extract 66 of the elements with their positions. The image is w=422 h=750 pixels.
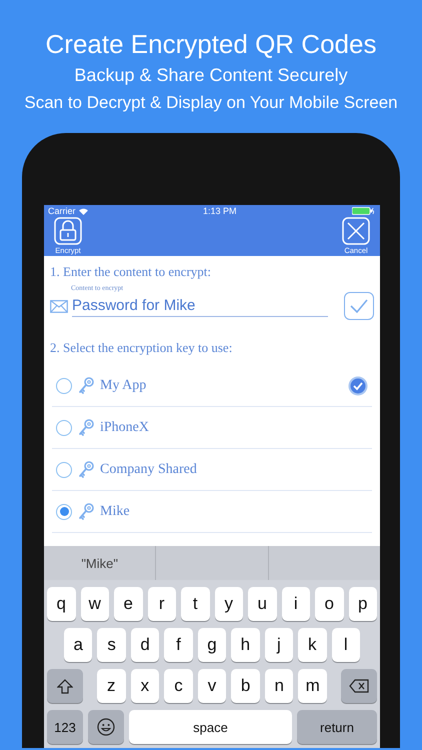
letter-key[interactable]: l (332, 628, 360, 662)
radio-button[interactable] (56, 378, 72, 394)
key-icon (78, 376, 94, 394)
letter-key[interactable]: x (130, 669, 160, 703)
key-row[interactable]: My App (52, 365, 372, 407)
letter-key[interactable]: f (164, 628, 193, 662)
letter-key[interactable]: i (282, 587, 310, 621)
smiley-icon (97, 718, 115, 736)
letter-key[interactable]: e (114, 587, 142, 621)
letter-key[interactable]: u (248, 587, 276, 621)
letter-key[interactable]: v (198, 669, 226, 703)
checkmark-icon (350, 299, 368, 313)
letter-key[interactable]: z (97, 669, 126, 703)
battery-icon (352, 207, 374, 215)
key-name: Mike (100, 504, 131, 520)
close-icon (342, 217, 370, 245)
letter-key[interactable]: p (348, 587, 377, 621)
key-row[interactable]: Company Shared (52, 449, 372, 491)
radio-button[interactable] (56, 462, 72, 478)
letter-key[interactable]: r (148, 587, 176, 621)
key-icon (78, 460, 94, 478)
emoji-key[interactable] (88, 710, 124, 744)
letter-key[interactable]: g (198, 628, 226, 662)
key-icon (78, 418, 94, 436)
key-icon (78, 502, 94, 520)
suggestion[interactable]: "Mike" (81, 556, 118, 570)
lock-icon (54, 217, 82, 245)
letter-key[interactable]: a (64, 628, 92, 662)
numbers-key[interactable]: 123 (47, 710, 83, 744)
envelope-icon (50, 300, 68, 312)
letter-key[interactable]: j (264, 628, 294, 662)
shift-icon (57, 678, 73, 694)
letter-key[interactable]: h (231, 628, 260, 662)
letter-key[interactable]: t (181, 587, 210, 621)
wifi-icon (78, 208, 88, 214)
clock-time: 1:13 PM (202, 206, 237, 216)
key-name: Company Shared (100, 462, 198, 478)
letter-key[interactable]: m (298, 669, 328, 703)
headline-title: Create Encrypted QR Codes (44, 28, 378, 61)
letter-key[interactable]: d (130, 628, 160, 662)
confirm-button[interactable] (344, 292, 374, 320)
headline-subtitle: Scan to Decrypt & Display on Your Mobile Screen (23, 92, 399, 114)
letter-key[interactable]: s (97, 628, 126, 662)
step-label: 1. Enter the content to encrypt: (50, 264, 212, 280)
letter-key[interactable]: n (264, 669, 294, 703)
letter-key[interactable]: o (315, 587, 344, 621)
delete-icon (349, 679, 370, 693)
key-name: My App (100, 378, 148, 394)
radio-button[interactable] (56, 504, 72, 520)
delete-key[interactable] (341, 669, 378, 703)
return-key[interactable]: return (297, 710, 377, 744)
letter-key[interactable]: w (80, 587, 109, 621)
carrier-label: Carrier (48, 206, 76, 216)
step-label: 2. Select the encryption key to use: (50, 340, 234, 356)
radio-button[interactable] (56, 420, 72, 436)
letter-key[interactable]: b (231, 669, 260, 703)
letter-key[interactable]: k (298, 628, 326, 662)
letter-key[interactable]: c (164, 669, 193, 703)
key-row[interactable]: iPhoneX (52, 407, 372, 449)
letter-key[interactable]: y (214, 587, 243, 621)
key-row[interactable]: Mike (52, 491, 372, 533)
headline-subtitle: Backup & Share Content Securely (73, 64, 349, 87)
space-key[interactable]: space (129, 710, 292, 744)
letter-key[interactable]: q (47, 587, 76, 621)
shift-key[interactable] (47, 669, 83, 703)
key-name: iPhoneX (100, 420, 150, 436)
